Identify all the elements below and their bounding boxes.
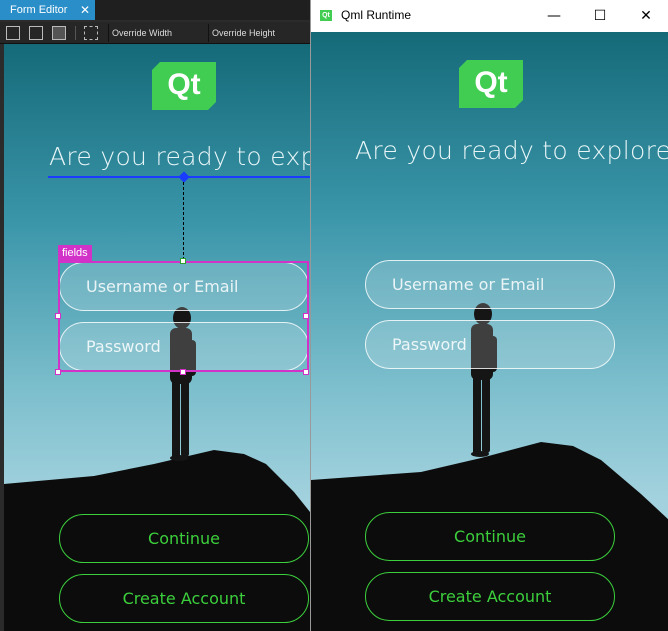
password-input[interactable]: Password bbox=[365, 320, 615, 369]
close-window-button[interactable]: ✕ bbox=[623, 0, 668, 32]
runtime-app-canvas: Qt Are you ready to explore? Username or… bbox=[311, 32, 668, 631]
selection-frame-icon[interactable] bbox=[84, 26, 98, 40]
editor-tabbar: Form Editor ✕ bbox=[0, 0, 310, 20]
qt-logo-text: Qt bbox=[167, 68, 201, 101]
continue-button[interactable]: Continue bbox=[59, 514, 309, 563]
resize-handle-left[interactable] bbox=[55, 313, 61, 319]
headline: Are you ready to explore? bbox=[355, 136, 668, 165]
close-tab-icon[interactable]: ✕ bbox=[80, 0, 90, 20]
resize-handle-bottom-left[interactable] bbox=[55, 369, 61, 375]
override-width-field[interactable]: Override Width bbox=[108, 24, 208, 42]
username-input[interactable]: Username or Email bbox=[365, 260, 615, 309]
qt-logo-text: Qt bbox=[474, 66, 508, 99]
headline: Are you ready to explore? bbox=[49, 142, 310, 171]
minimize-button[interactable]: — bbox=[531, 0, 577, 32]
create-account-button[interactable]: Create Account bbox=[59, 574, 309, 623]
resize-handle-top[interactable] bbox=[180, 258, 186, 264]
resize-handle-right[interactable] bbox=[303, 313, 309, 319]
editor-toolbar: Override Width Override Height bbox=[0, 22, 310, 44]
qml-runtime-window: Qt Qml Runtime — ☐ ✕ Qt Are you ready to… bbox=[310, 0, 668, 631]
resize-handle-bottom[interactable] bbox=[180, 369, 186, 375]
qt-app-icon: Qt bbox=[320, 10, 332, 21]
window-title: Qml Runtime bbox=[341, 8, 412, 22]
anchor-connection bbox=[183, 182, 184, 260]
tab-form-editor[interactable]: Form Editor ✕ bbox=[0, 0, 95, 20]
create-account-button[interactable]: Create Account bbox=[365, 572, 615, 621]
snap-to-parent-icon[interactable] bbox=[6, 26, 20, 40]
continue-button[interactable]: Continue bbox=[365, 512, 615, 561]
qt-logo: Qt bbox=[459, 60, 523, 108]
fields-selection-box[interactable] bbox=[58, 261, 309, 372]
show-bounds-icon[interactable] bbox=[52, 26, 66, 40]
window-titlebar[interactable]: Qt Qml Runtime — ☐ ✕ bbox=[311, 0, 668, 32]
form-editor-panel: Form Editor ✕ Override Width Override He… bbox=[0, 0, 310, 631]
toolbar-separator bbox=[75, 26, 76, 40]
qt-logo: Qt bbox=[152, 62, 216, 110]
selection-label: fields bbox=[58, 245, 92, 261]
snap-anchors-icon[interactable] bbox=[29, 26, 43, 40]
override-height-field[interactable]: Override Height bbox=[208, 24, 310, 42]
tab-label: Form Editor bbox=[10, 4, 68, 16]
resize-handle-bottom-right[interactable] bbox=[303, 369, 309, 375]
maximize-button[interactable]: ☐ bbox=[577, 0, 623, 32]
